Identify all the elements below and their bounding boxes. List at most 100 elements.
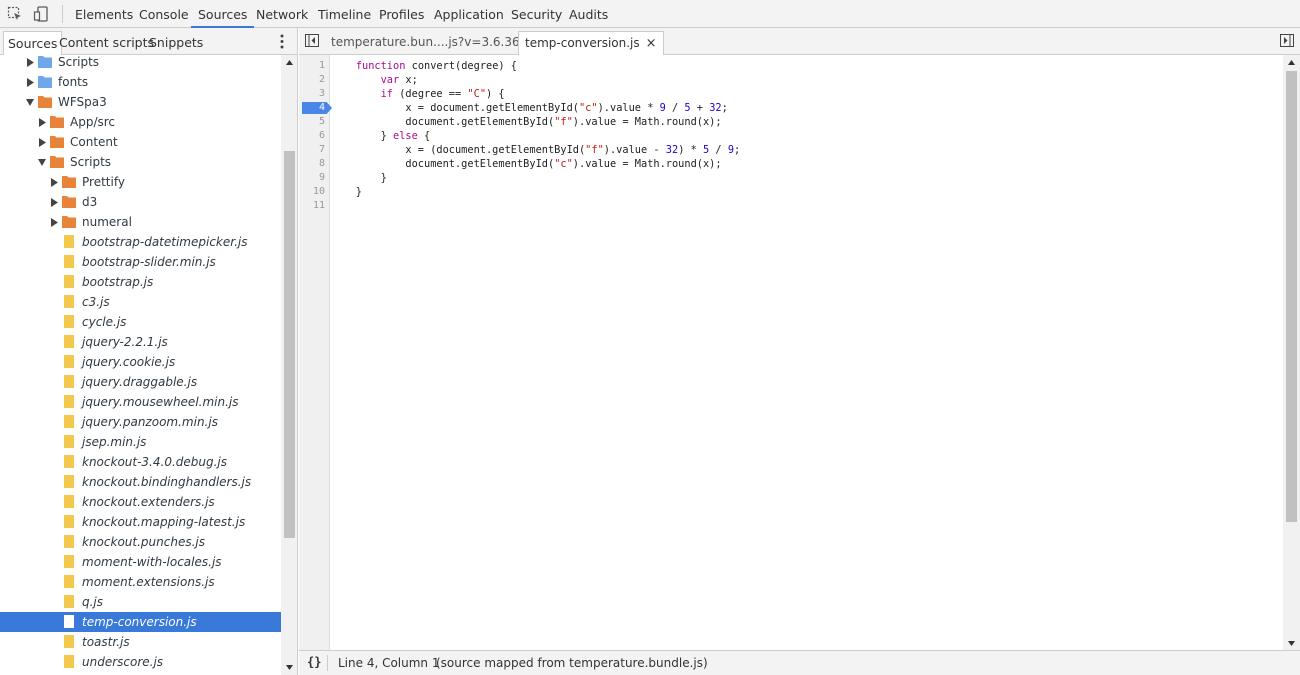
- file-icon: [64, 475, 74, 488]
- file-tree-item[interactable]: knockout.mapping-latest.js: [0, 512, 281, 532]
- folder-tree-item[interactable]: App/src: [0, 112, 281, 132]
- line-number[interactable]: 7: [301, 143, 325, 157]
- more-options-icon[interactable]: [276, 33, 288, 50]
- tree-item-label: d3: [82, 195, 98, 209]
- folder-tree-item[interactable]: d3: [0, 192, 281, 212]
- file-tree-item[interactable]: knockout.extenders.js: [0, 492, 281, 512]
- collapse-right-arrow-icon[interactable]: [50, 218, 58, 227]
- file-tree-item[interactable]: jquery.cookie.js: [0, 352, 281, 372]
- file-tree-item[interactable]: knockout.bindinghandlers.js: [0, 472, 281, 492]
- file-tree-item[interactable]: knockout-3.4.0.debug.js: [0, 452, 281, 472]
- toggle-navigator-icon[interactable]: [305, 34, 319, 47]
- code-editor[interactable]: function convert(degree) { var x; if (de…: [331, 55, 1283, 650]
- line-number-gutter[interactable]: 1 2 3 4 5 6 7 8 9 10 11: [299, 55, 332, 650]
- file-tree-item[interactable]: jquery-2.2.1.js: [0, 332, 281, 352]
- file-tree-item[interactable]: moment.extensions.js: [0, 572, 281, 592]
- scroll-up-arrow-icon[interactable]: [1288, 60, 1295, 65]
- line-number[interactable]: 1: [301, 59, 325, 73]
- scroll-down-arrow-icon[interactable]: [1288, 641, 1295, 646]
- line-number[interactable]: 6: [301, 129, 325, 143]
- scroll-up-arrow-icon[interactable]: [286, 60, 293, 65]
- line-number[interactable]: 8: [301, 157, 325, 171]
- expand-down-arrow-icon[interactable]: [26, 98, 34, 107]
- tree-item-label: moment.extensions.js: [82, 575, 215, 589]
- navigator-tab-sources[interactable]: Sources: [3, 31, 63, 55]
- line-number[interactable]: 2: [301, 73, 325, 87]
- tab-elements[interactable]: Elements: [68, 0, 140, 28]
- editor-tab[interactable]: temperature.bun....js?v=3.6.36.3: [325, 31, 537, 55]
- toggle-debugger-icon[interactable]: [1280, 34, 1294, 47]
- tab-sources[interactable]: Sources: [191, 0, 255, 28]
- file-tree-item[interactable]: bootstrap-datetimepicker.js: [0, 232, 281, 252]
- tree-item-label: fonts: [58, 75, 89, 89]
- code-line[interactable]: document.getElementById("f").value = Mat…: [331, 115, 721, 129]
- navigator-tab-content-scripts[interactable]: Content scripts: [55, 31, 158, 55]
- collapse-right-arrow-icon[interactable]: [38, 138, 46, 147]
- file-tree-item[interactable]: knockout.punches.js: [0, 532, 281, 552]
- code-line[interactable]: if (degree == "C") {: [331, 87, 505, 101]
- tree-item-label: moment-with-locales.js: [82, 555, 222, 569]
- collapse-right-arrow-icon[interactable]: [38, 118, 46, 127]
- file-tree-item[interactable]: toastr.js: [0, 632, 281, 652]
- editor-scrollbar[interactable]: [1283, 55, 1300, 650]
- code-line[interactable]: var x;: [331, 73, 418, 87]
- code-line[interactable]: x = document.getElementById("c").value *…: [331, 101, 727, 115]
- file-tree-item[interactable]: underscore.js: [0, 652, 281, 672]
- scrollbar-thumb[interactable]: [1286, 71, 1297, 522]
- line-number[interactable]: 9: [301, 171, 325, 185]
- file-tree-scrollbar[interactable]: [281, 55, 297, 675]
- pretty-print-button[interactable]: {}: [307, 655, 321, 669]
- line-number[interactable]: 11: [301, 199, 325, 213]
- code-token: x = document.getElementById(: [331, 102, 579, 114]
- folder-tree-item[interactable]: numeral: [0, 212, 281, 232]
- file-tree-item[interactable]: c3.js: [0, 292, 281, 312]
- tab-profiles[interactable]: Profiles: [372, 0, 431, 28]
- file-tree-item[interactable]: temp-conversion.js: [0, 612, 281, 632]
- code-line[interactable]: }: [331, 185, 362, 199]
- file-tree-item[interactable]: jquery.panzoom.min.js: [0, 412, 281, 432]
- code-token: "C": [467, 88, 487, 100]
- code-line[interactable]: x = (document.getElementById("f").value …: [331, 143, 740, 157]
- scroll-down-arrow-icon[interactable]: [286, 665, 293, 670]
- collapse-right-arrow-icon[interactable]: [26, 58, 34, 67]
- line-number[interactable]: 3: [301, 87, 325, 101]
- collapse-right-arrow-icon[interactable]: [50, 178, 58, 187]
- close-icon[interactable]: ×: [646, 32, 657, 55]
- code-line[interactable]: }: [331, 171, 387, 185]
- device-mode-icon[interactable]: [33, 6, 49, 22]
- code-line[interactable]: } else {: [331, 129, 431, 143]
- folder-tree-item[interactable]: Prettify: [0, 172, 281, 192]
- scrollbar-thumb[interactable]: [284, 151, 295, 538]
- tab-network[interactable]: Network: [249, 0, 315, 28]
- collapse-right-arrow-icon[interactable]: [50, 198, 58, 207]
- tab-audits[interactable]: Audits: [562, 0, 615, 28]
- editor-tab[interactable]: temp-conversion.js ×: [518, 31, 664, 55]
- folder-tree-item[interactable]: fonts: [0, 72, 281, 92]
- folder-tree-item[interactable]: Content: [0, 132, 281, 152]
- tab-security[interactable]: Security: [504, 0, 569, 28]
- code-line[interactable]: function convert(degree) {: [331, 59, 517, 73]
- line-number[interactable]: 5: [301, 115, 325, 129]
- file-tree-item[interactable]: q.js: [0, 592, 281, 612]
- navigator-tab-snippets[interactable]: Snippets: [145, 31, 207, 55]
- file-tree-item[interactable]: bootstrap.js: [0, 272, 281, 292]
- collapse-right-arrow-icon[interactable]: [26, 78, 34, 87]
- expand-down-arrow-icon[interactable]: [38, 158, 46, 167]
- inspect-element-icon[interactable]: [7, 6, 23, 22]
- file-tree-item[interactable]: cycle.js: [0, 312, 281, 332]
- line-number[interactable]: 10: [301, 185, 325, 199]
- file-tree-item[interactable]: moment-with-locales.js: [0, 552, 281, 572]
- tab-timeline[interactable]: Timeline: [311, 0, 378, 28]
- file-tree-item[interactable]: jquery.mousewheel.min.js: [0, 392, 281, 412]
- tab-console[interactable]: Console: [132, 0, 196, 28]
- folder-tree-item[interactable]: WFSpa3: [0, 92, 281, 112]
- folder-tree-item[interactable]: Scripts: [0, 55, 281, 72]
- folder-tree-item[interactable]: Scripts: [0, 152, 281, 172]
- file-tree-item[interactable]: bootstrap-slider.min.js: [0, 252, 281, 272]
- file-tree-item[interactable]: jquery.draggable.js: [0, 372, 281, 392]
- tab-application[interactable]: Application: [427, 0, 511, 28]
- line-number[interactable]: 4: [301, 101, 325, 115]
- code-line[interactable]: document.getElementById("c").value = Mat…: [331, 157, 721, 171]
- file-tree-item[interactable]: jsep.min.js: [0, 432, 281, 452]
